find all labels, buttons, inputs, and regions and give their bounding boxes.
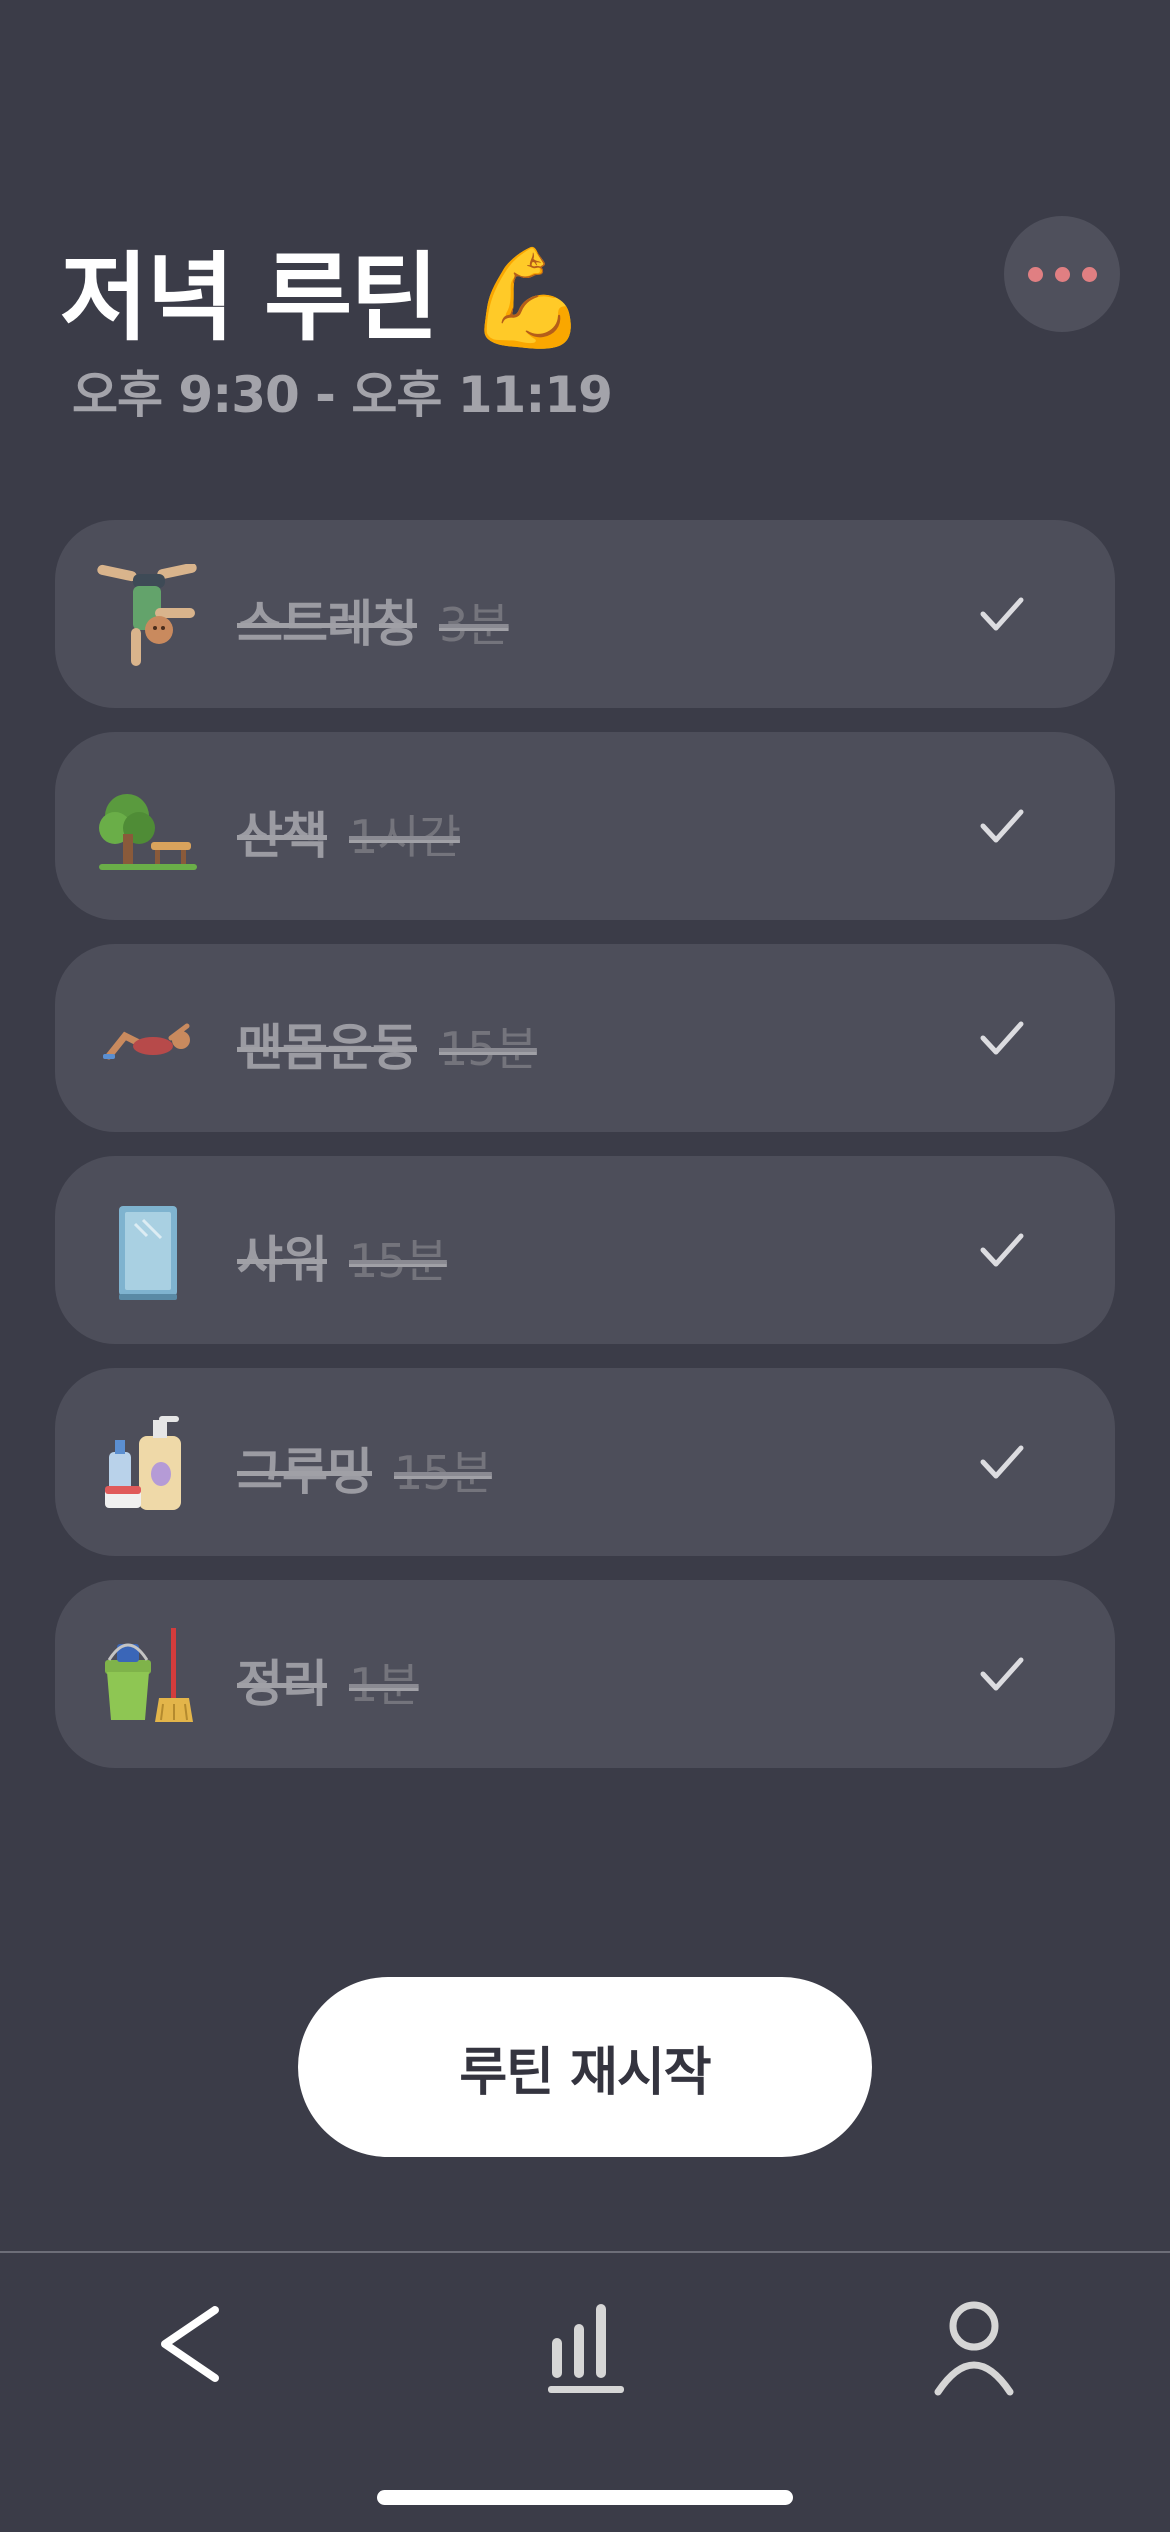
routine-item-shower[interactable]: 샤워 15분: [55, 1156, 1115, 1344]
person-stretching-icon: [103, 1023, 190, 1060]
routine-name-text: 정리: [237, 1655, 328, 1713]
checkmark-icon: [980, 1021, 1024, 1055]
routine-time-range: 오후 9:30 - 오후 11:19: [72, 366, 613, 424]
routine-item-grooming[interactable]: 그루밍 15분: [55, 1368, 1115, 1556]
routine-name-text: 그루밍: [237, 1443, 373, 1501]
routine-duration: 15분: [394, 1446, 493, 1500]
bucket-broom-icon: [105, 1628, 193, 1722]
routine-name: 샤워 15분: [237, 1220, 448, 1292]
person-icon[interactable]: [924, 2296, 1024, 2396]
routine-name: 정리 1분: [237, 1644, 420, 1716]
lotion-bottles-icon: [105, 1416, 181, 1510]
more-dot: [1081, 266, 1097, 282]
park-tree-bench-icon: [99, 794, 197, 870]
more-horizontal-icon: [1027, 266, 1043, 282]
home-indicator: [377, 2490, 793, 2505]
checkmark-icon: [980, 597, 1024, 631]
routine-item-bodyweight[interactable]: 맨몸운동 15분: [55, 944, 1115, 1132]
routine-duration: 15분: [349, 1234, 448, 1288]
chevron-left-icon[interactable]: [145, 2296, 245, 2396]
routine-duration: 1시간: [349, 810, 461, 864]
routine-duration: 3분: [439, 598, 510, 652]
restart-routine-button[interactable]: 루틴 재시작: [298, 1977, 872, 2157]
routine-name: 그루밍 15분: [237, 1432, 493, 1504]
routine-name-text: 스트레칭: [237, 595, 418, 653]
routine-name: 맨몸운동 15분: [237, 1008, 538, 1080]
routine-duration: 15분: [439, 1022, 538, 1076]
tabbar-divider: [0, 2251, 1170, 2253]
shower-door-icon: [119, 1206, 177, 1300]
routine-name: 스트레칭 3분: [237, 584, 510, 656]
routine-item-stretching[interactable]: 스트레칭 3분: [55, 520, 1115, 708]
more-dot: [1054, 266, 1070, 282]
routine-name: 산책 1시간: [237, 796, 461, 868]
checkmark-icon: [980, 1657, 1024, 1691]
more-options-button[interactable]: [1004, 216, 1120, 332]
routine-item-tidy[interactable]: 정리 1분: [55, 1580, 1115, 1768]
routine-name-text: 산책: [237, 807, 328, 865]
routine-name-text: 샤워: [237, 1231, 328, 1289]
page-title: 저녁 루틴 💪: [60, 242, 588, 354]
routine-item-walk[interactable]: 산책 1시간: [55, 732, 1115, 920]
bar-chart-icon[interactable]: [536, 2296, 636, 2396]
person-cartwheeling-icon: [97, 564, 197, 666]
checkmark-icon: [980, 809, 1024, 843]
checkmark-icon: [980, 1233, 1024, 1267]
routine-duration: 1분: [349, 1658, 420, 1712]
routine-name-text: 맨몸운동: [237, 1019, 418, 1077]
checkmark-icon: [980, 1445, 1024, 1479]
